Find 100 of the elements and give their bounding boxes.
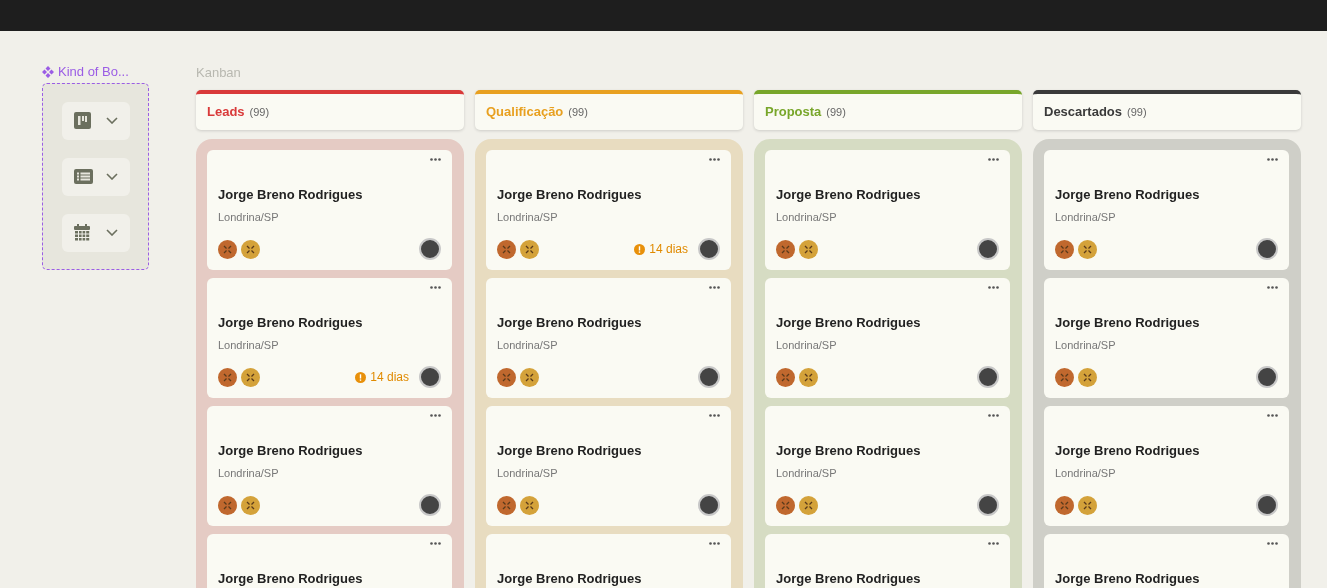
card-name: Jorge Breno Rodrigues <box>776 314 922 332</box>
card-name: Jorge Breno Rodrigues <box>1055 442 1201 460</box>
medal-icon <box>241 367 260 387</box>
avatar <box>977 366 999 388</box>
list-icon <box>73 169 93 184</box>
lead-card[interactable]: Jorge Breno Rodrigues Londrina/SP 14 dias <box>207 278 452 398</box>
card-location: Londrina/SP <box>218 337 280 353</box>
more-options-icon[interactable] <box>430 414 441 417</box>
warning-icon <box>355 371 367 383</box>
deadline-text: 14 dias <box>370 369 409 386</box>
medal-icon <box>497 367 516 387</box>
card-location: Londrina/SP <box>776 465 838 481</box>
more-options-icon[interactable] <box>430 542 441 545</box>
lead-card[interactable]: Jorge Breno Rodrigues Londrina/SP <box>486 406 731 526</box>
view-dropdown[interactable] <box>61 157 130 196</box>
medal-icon <box>799 495 818 515</box>
card-location: Londrina/SP <box>776 209 838 225</box>
medal-icon <box>776 495 795 515</box>
more-options-icon[interactable] <box>1267 286 1278 289</box>
card-name: Jorge Breno Rodrigues <box>776 186 922 204</box>
more-options-icon[interactable] <box>988 414 999 417</box>
lead-card[interactable]: Jorge Breno Rodrigues Londrina/SP <box>207 406 452 526</box>
card-name: Jorge Breno Rodrigues <box>497 570 643 588</box>
card-name: Jorge Breno Rodrigues <box>776 442 922 460</box>
column-title: Descartados <box>1044 103 1123 122</box>
avatar <box>419 494 441 516</box>
lead-card[interactable]: Jorge Breno Rodrigues <box>207 534 452 588</box>
medal-icon <box>520 367 539 387</box>
lead-card[interactable]: Jorge Breno Rodrigues Londrina/SP 14 dias <box>486 150 731 270</box>
card-name: Jorge Breno Rodrigues <box>218 314 364 332</box>
lead-card[interactable]: Jorge Breno Rodrigues Londrina/SP <box>765 150 1010 270</box>
more-options-icon[interactable] <box>430 158 441 161</box>
lead-card[interactable]: Jorge Breno Rodrigues Londrina/SP <box>1044 278 1289 398</box>
card-name: Jorge Breno Rodrigues <box>1055 186 1201 204</box>
card-name: Jorge Breno Rodrigues <box>1055 570 1201 588</box>
board-icon <box>73 112 91 129</box>
view-dropdown[interactable] <box>61 213 130 252</box>
medal-icon <box>799 239 818 259</box>
column-count: (99) <box>249 104 270 120</box>
view-dropdown[interactable] <box>61 101 130 140</box>
avatar <box>977 238 999 260</box>
lead-card[interactable]: Jorge Breno Rodrigues <box>765 534 1010 588</box>
lead-card[interactable]: Jorge Breno Rodrigues <box>1044 534 1289 588</box>
avatar <box>1256 494 1278 516</box>
more-options-icon[interactable] <box>709 158 720 161</box>
lead-card[interactable]: Jorge Breno Rodrigues Londrina/SP <box>1044 150 1289 270</box>
card-name: Jorge Breno Rodrigues <box>776 570 922 588</box>
card-location: Londrina/SP <box>218 465 280 481</box>
card-name: Jorge Breno Rodrigues <box>497 314 643 332</box>
more-options-icon[interactable] <box>1267 542 1278 545</box>
column-count: (99) <box>568 104 588 120</box>
medal-icon <box>776 239 795 259</box>
lead-card[interactable]: Jorge Breno Rodrigues <box>486 534 731 588</box>
card-name: Jorge Breno Rodrigues <box>497 442 643 460</box>
diamond-cluster-icon <box>42 66 54 78</box>
medal-icon <box>1078 367 1097 387</box>
column-title: Proposta <box>765 103 822 122</box>
card-location: Londrina/SP <box>218 209 280 225</box>
medal-icon <box>1055 239 1074 259</box>
more-options-icon[interactable] <box>1267 158 1278 161</box>
medal-icon <box>218 367 237 387</box>
chevron-down-icon <box>105 173 118 180</box>
section-title: Kind of Bo... <box>58 63 129 82</box>
medal-icon <box>241 239 260 259</box>
more-options-icon[interactable] <box>988 158 999 161</box>
column-title: Qualificação <box>486 103 564 122</box>
medal-icon <box>1078 239 1097 259</box>
more-options-icon[interactable] <box>430 286 441 289</box>
medal-icon <box>497 495 516 515</box>
more-options-icon[interactable] <box>988 542 999 545</box>
more-options-icon[interactable] <box>988 286 999 289</box>
avatar <box>1256 238 1278 260</box>
avatar <box>698 238 720 260</box>
column-count: (99) <box>1127 104 1147 120</box>
lead-card[interactable]: Jorge Breno Rodrigues Londrina/SP <box>765 278 1010 398</box>
medal-icon <box>1055 495 1074 515</box>
medal-icon <box>1078 495 1097 515</box>
board-title: Kanban <box>196 65 242 81</box>
more-options-icon[interactable] <box>709 286 720 289</box>
more-options-icon[interactable] <box>709 414 720 417</box>
card-name: Jorge Breno Rodrigues <box>218 570 364 588</box>
card-location: Londrina/SP <box>1055 209 1117 225</box>
lead-card[interactable]: Jorge Breno Rodrigues Londrina/SP <box>486 278 731 398</box>
lead-card[interactable]: Jorge Breno Rodrigues Londrina/SP <box>765 406 1010 526</box>
avatar <box>419 238 441 260</box>
medal-icon <box>520 239 539 259</box>
avatar <box>977 494 999 516</box>
medal-icon <box>520 495 539 515</box>
more-options-icon[interactable] <box>1267 414 1278 417</box>
chevron-down-icon <box>105 117 118 124</box>
lead-card[interactable]: Jorge Breno Rodrigues Londrina/SP <box>1044 406 1289 526</box>
card-name: Jorge Breno Rodrigues <box>218 186 364 204</box>
card-name: Jorge Breno Rodrigues <box>1055 314 1201 332</box>
card-location: Londrina/SP <box>497 465 559 481</box>
more-options-icon[interactable] <box>709 542 720 545</box>
lead-card[interactable]: Jorge Breno Rodrigues Londrina/SP <box>207 150 452 270</box>
medal-icon <box>218 239 237 259</box>
medal-icon <box>799 367 818 387</box>
card-location: Londrina/SP <box>497 209 559 225</box>
card-location: Londrina/SP <box>776 337 838 353</box>
